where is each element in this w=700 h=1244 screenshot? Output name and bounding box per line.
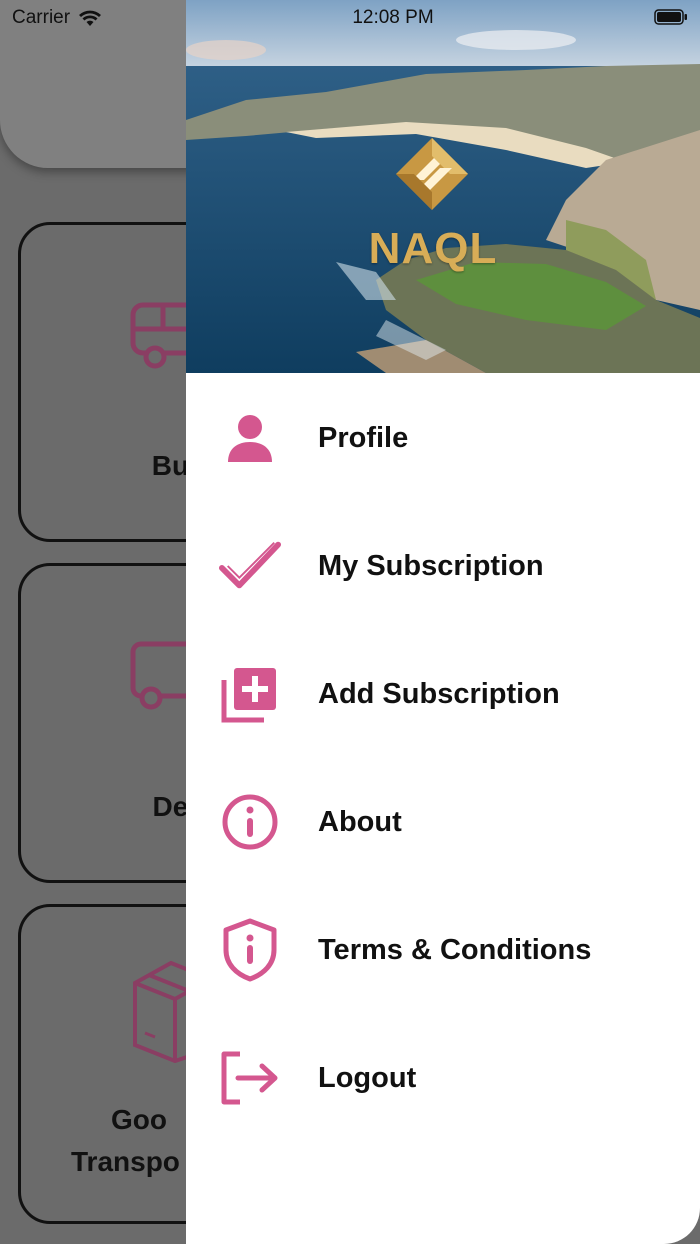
- naql-logo: NAQL: [369, 136, 496, 273]
- menu-item-add-subscription[interactable]: Add Subscription: [186, 639, 700, 749]
- menu-label-profile: Profile: [318, 421, 409, 454]
- menu-label-add-subscription: Add Subscription: [318, 677, 560, 710]
- battery-icon: [654, 9, 687, 25]
- drawer-header-image: 12:08 PM NAQL: [186, 0, 700, 373]
- person-icon: [218, 406, 282, 470]
- menu-item-profile[interactable]: Profile: [186, 383, 700, 493]
- add-stack-icon: [218, 662, 282, 726]
- info-circle-icon: [218, 790, 282, 854]
- status-time: 12:08 PM: [352, 7, 434, 28]
- wifi-icon: [79, 10, 102, 26]
- menu-item-my-subscription[interactable]: My Subscription: [186, 511, 700, 621]
- menu-label-about: About: [318, 805, 402, 838]
- checkmark-icon: [218, 534, 282, 598]
- menu-item-terms[interactable]: Terms & Conditions: [186, 895, 700, 1005]
- logout-icon: [218, 1046, 282, 1110]
- menu-label-my-subscription: My Subscription: [318, 549, 544, 582]
- menu-item-about[interactable]: About: [186, 767, 700, 877]
- menu-label-logout: Logout: [318, 1061, 417, 1094]
- naql-logo-mark-icon: [396, 138, 468, 210]
- naql-logo-text: NAQL: [368, 224, 498, 273]
- carrier-label: Carrier: [12, 7, 71, 28]
- navigation-drawer: 12:08 PM NAQL Profile My Subscription Ad…: [186, 0, 700, 1244]
- menu-label-terms: Terms & Conditions: [318, 933, 592, 966]
- menu-item-logout[interactable]: Logout: [186, 1023, 700, 1133]
- status-bar-left: Carrier: [12, 6, 102, 30]
- shield-info-icon: [218, 918, 282, 982]
